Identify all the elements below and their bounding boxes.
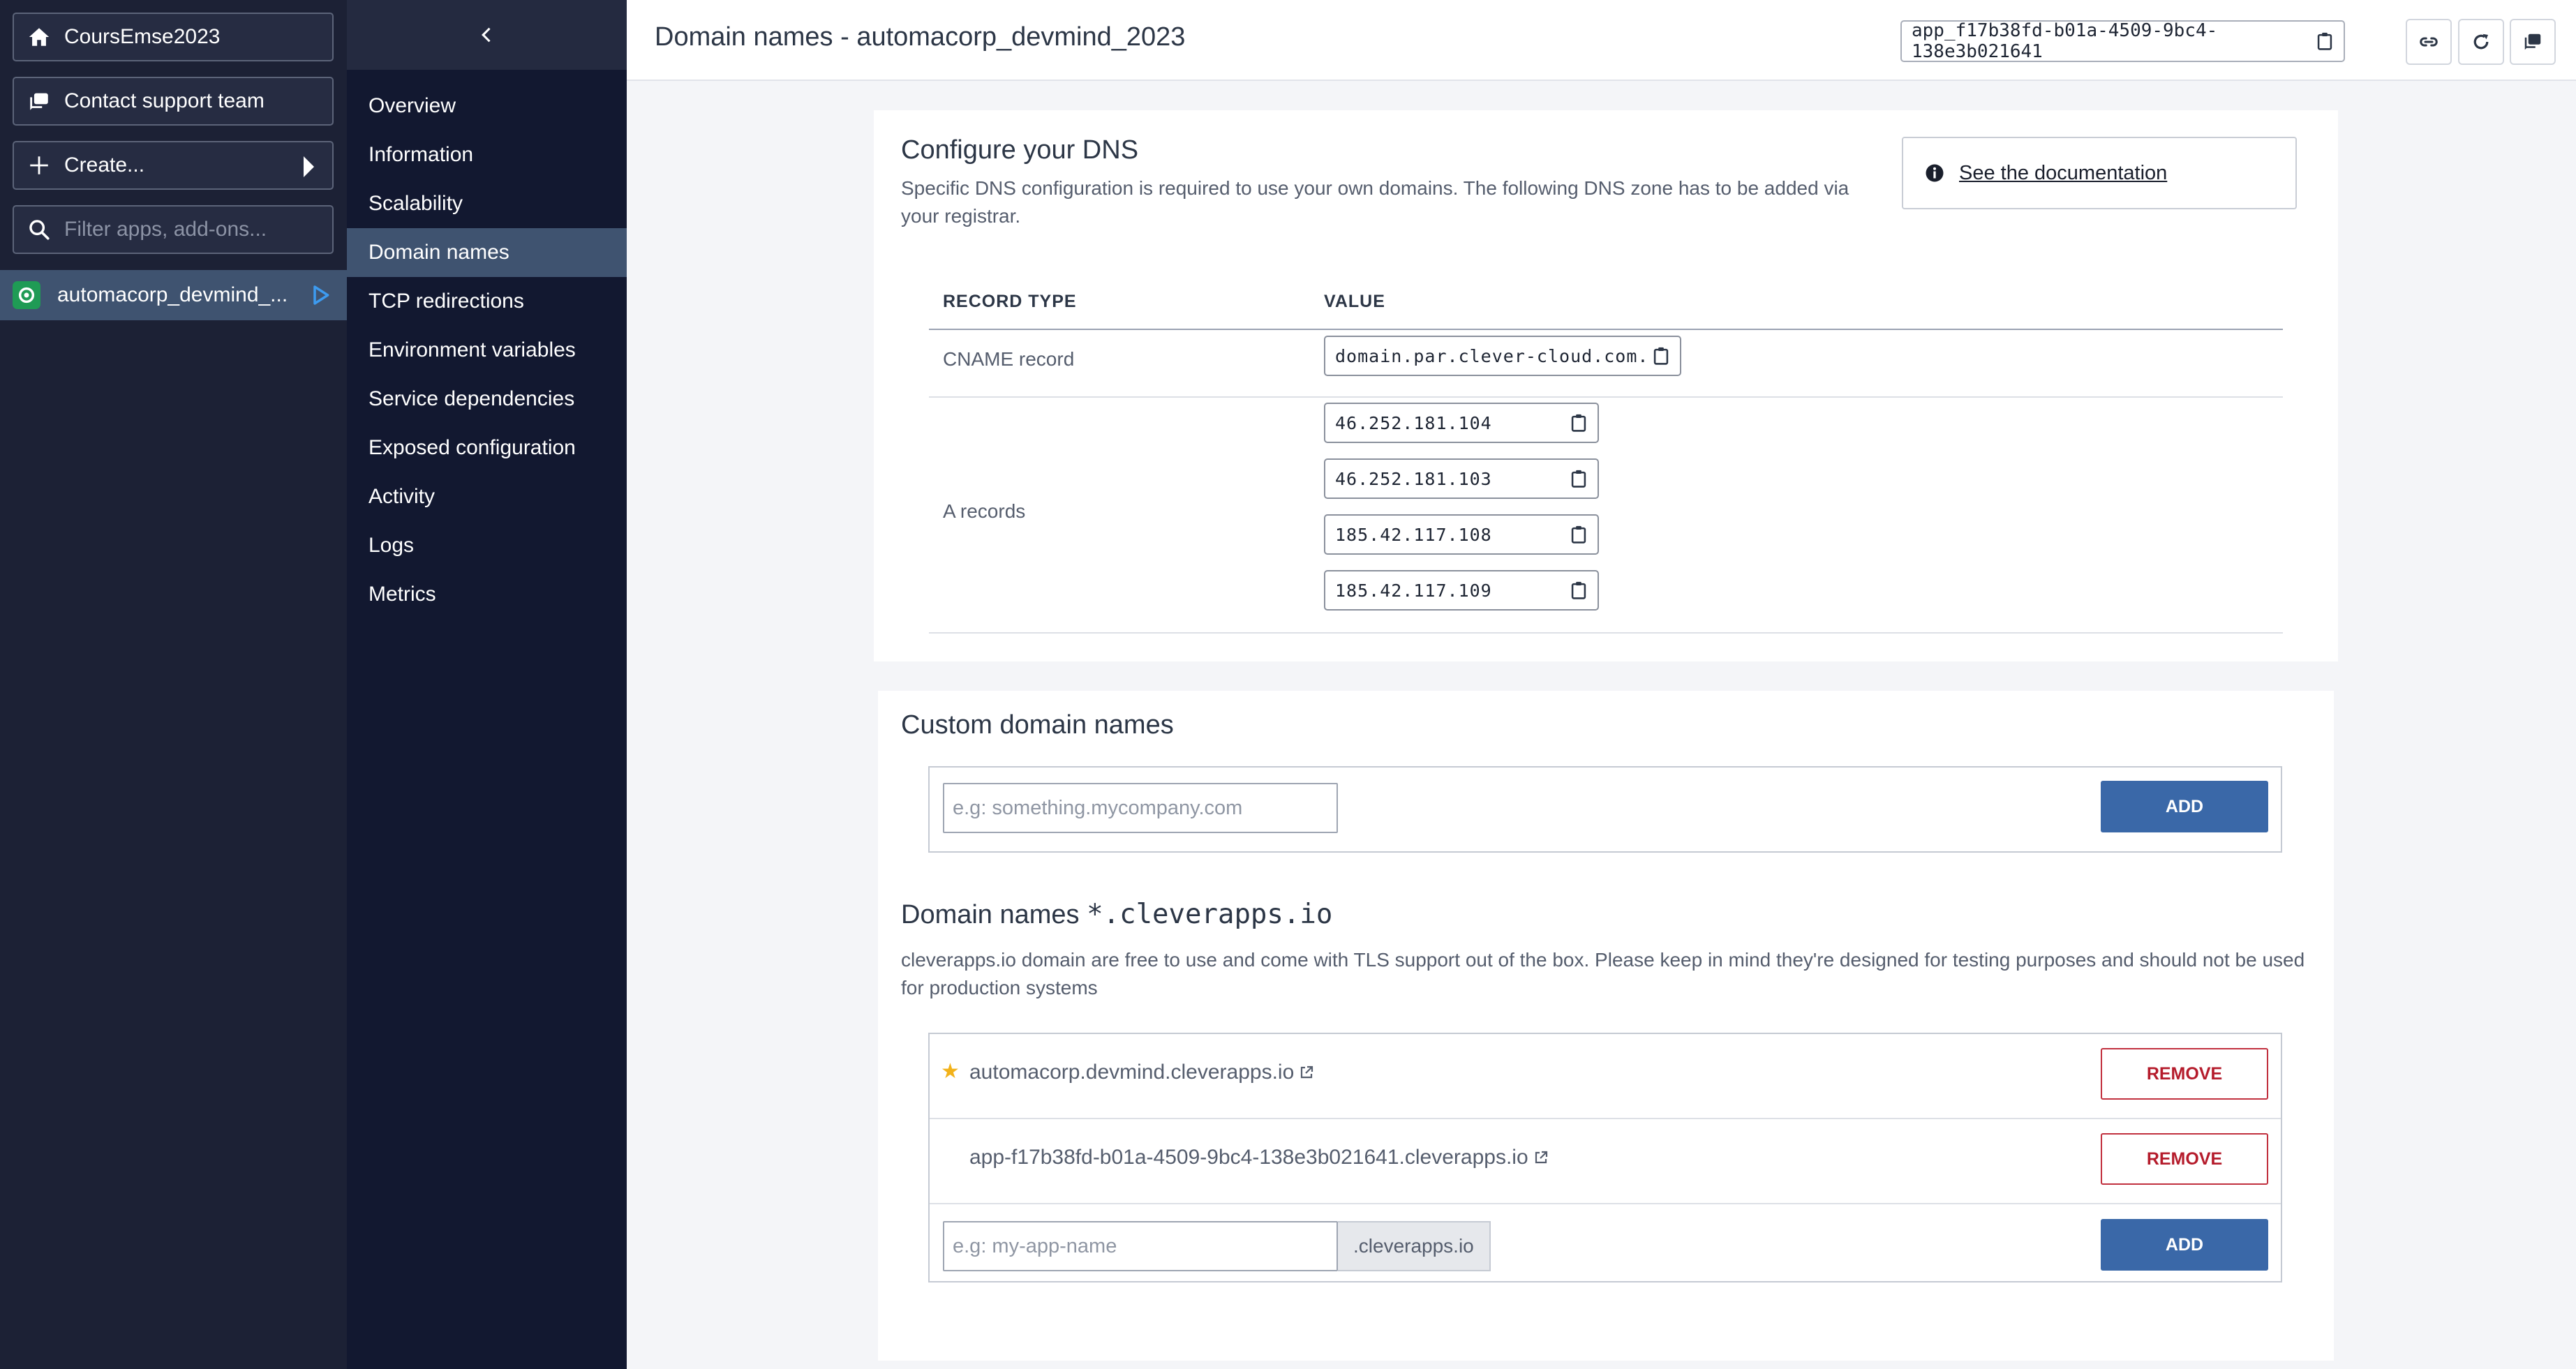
copy-icon[interactable] (1570, 525, 1588, 544)
collapse-sidebar-button[interactable] (347, 0, 627, 70)
search-icon (14, 218, 64, 241)
caret-right-icon (304, 156, 314, 177)
contact-support-button[interactable]: Contact support team (13, 77, 334, 126)
nav-item-scalability[interactable]: Scalability (347, 179, 627, 228)
nav-item-domain-names[interactable]: Domain names (347, 228, 627, 277)
a-record-field[interactable]: 46.252.181.104 (1324, 403, 1599, 443)
domain-names-card: Custom domain names ADD Domain names *.c… (878, 691, 2334, 1361)
nav-item-tcp-redirections[interactable]: TCP redirections (347, 277, 627, 326)
cname-record-label: CNAME record (943, 348, 1075, 370)
home-icon (14, 25, 64, 49)
filter-input[interactable] (64, 218, 322, 241)
page-title: Domain names - automacorp_devmind_2023 (655, 22, 1186, 52)
dns-configuration-card: Configure your DNS Specific DNS configur… (874, 110, 2338, 661)
external-link-icon (1535, 1151, 1547, 1164)
nav-item-service-dependencies[interactable]: Service dependencies (347, 375, 627, 424)
a-record-field[interactable]: 185.42.117.109 (1324, 570, 1599, 611)
column-header-value: VALUE (1324, 292, 1385, 311)
cleverapps-title-code: *.cleverapps.io (1087, 899, 1333, 930)
open-console-button[interactable] (2510, 19, 2556, 65)
app-id-field[interactable]: app_f17b38fd-b01a-4509-9bc4-138e3b021641 (1900, 20, 2345, 62)
list-divider (930, 1203, 2281, 1204)
dns-title: Configure your DNS (901, 135, 1139, 165)
refresh-icon (2473, 33, 2489, 50)
table-row-divider (929, 632, 2283, 634)
create-label: Create... (64, 154, 145, 177)
app-id-value: app_f17b38fd-b01a-4509-9bc4-138e3b021641 (1912, 20, 2218, 62)
domain-name: app-f17b38fd-b01a-4509-9bc4-138e3b021641… (969, 1146, 1528, 1169)
copy-icon[interactable] (2316, 31, 2334, 51)
add-custom-domain-button[interactable]: ADD (2101, 781, 2268, 832)
filter-field[interactable] (13, 205, 334, 254)
column-header-record-type: RECORD TYPE (943, 292, 1077, 311)
cleverapps-description: cleverapps.io domain are free to use and… (901, 949, 2305, 998)
primary-star-icon: ★ (941, 1060, 960, 1083)
org-name: CoursEmse2023 (64, 25, 221, 48)
nav-item-exposed-configuration[interactable]: Exposed configuration (347, 424, 627, 472)
info-icon (1926, 164, 1944, 182)
nav-item-environment-variables[interactable]: Environment variables (347, 326, 627, 375)
nav-item-activity[interactable]: Activity (347, 472, 627, 521)
org-home-button[interactable]: CoursEmse2023 (13, 13, 334, 61)
a-records-label: A records (943, 500, 1026, 522)
add-cleverapps-domain-button[interactable]: ADD (2101, 1219, 2268, 1271)
a-record-value: 46.252.181.104 (1335, 412, 1492, 433)
a-record-field[interactable]: 46.252.181.103 (1324, 458, 1599, 499)
cname-value: domain.par.clever-cloud.com. (1335, 345, 1649, 366)
cname-value-field[interactable]: domain.par.clever-cloud.com. (1324, 336, 1681, 376)
cleverapps-subdomain-input[interactable] (943, 1221, 1338, 1271)
dns-description: Specific DNS configuration is required t… (901, 177, 1849, 227)
table-header-divider (929, 329, 2283, 330)
a-record-value: 185.42.117.109 (1335, 580, 1492, 601)
cleverapps-title: Domain names *.cleverapps.io (901, 899, 1332, 930)
custom-domains-title: Custom domain names (901, 710, 1174, 740)
a-record-value: 185.42.117.108 (1335, 524, 1492, 545)
custom-domain-input[interactable] (943, 783, 1338, 833)
plus-icon (14, 154, 64, 177)
app-navigation: Overview Information Scalability Domain … (347, 0, 627, 1369)
chevron-left-icon (481, 27, 491, 43)
app-name: automacorp_devmind_... (57, 283, 288, 306)
copy-icon[interactable] (1570, 469, 1588, 488)
copy-icon[interactable] (1570, 413, 1588, 433)
domain-link[interactable]: automacorp.devmind.cleverapps.io (969, 1061, 1315, 1084)
restart-button[interactable] (2458, 19, 2504, 65)
sidebar-app-item[interactable]: automacorp_devmind_... (0, 270, 347, 320)
link-icon (2420, 37, 2438, 47)
external-link-icon (1301, 1065, 1313, 1079)
nav-item-overview[interactable]: Overview (347, 82, 627, 130)
play-icon[interactable] (309, 284, 332, 306)
organisation-sidebar: CoursEmse2023 Contact support team Creat… (0, 0, 347, 1369)
list-divider (930, 1118, 2281, 1119)
a-record-field[interactable]: 185.42.117.108 (1324, 514, 1599, 555)
a-record-value: 46.252.181.103 (1335, 468, 1492, 489)
remove-domain-button[interactable]: REMOVE (2101, 1048, 2268, 1100)
table-row-divider (929, 396, 2283, 398)
open-link-button[interactable] (2406, 19, 2452, 65)
documentation-link[interactable]: See the documentation (1959, 162, 2167, 185)
chat-icon (2524, 33, 2541, 50)
copy-icon[interactable] (1652, 346, 1670, 366)
page-header: Domain names - automacorp_devmind_2023 a… (627, 0, 2576, 81)
documentation-box: See the documentation (1902, 137, 2297, 209)
create-button[interactable]: Create... (13, 141, 334, 190)
app-runtime-icon (13, 281, 40, 309)
domain-name: automacorp.devmind.cleverapps.io (969, 1061, 1295, 1084)
cleverapps-suffix: .cleverapps.io (1338, 1221, 1491, 1271)
cleverapps-title-prefix: Domain names (901, 900, 1080, 929)
chat-icon (14, 89, 64, 113)
copy-icon[interactable] (1570, 581, 1588, 600)
nav-item-logs[interactable]: Logs (347, 521, 627, 570)
contact-support-label: Contact support team (64, 89, 265, 112)
nav-item-information[interactable]: Information (347, 130, 627, 179)
domain-link[interactable]: app-f17b38fd-b01a-4509-9bc4-138e3b021641… (969, 1146, 1549, 1169)
remove-domain-button[interactable]: REMOVE (2101, 1133, 2268, 1185)
nav-item-metrics[interactable]: Metrics (347, 570, 627, 619)
